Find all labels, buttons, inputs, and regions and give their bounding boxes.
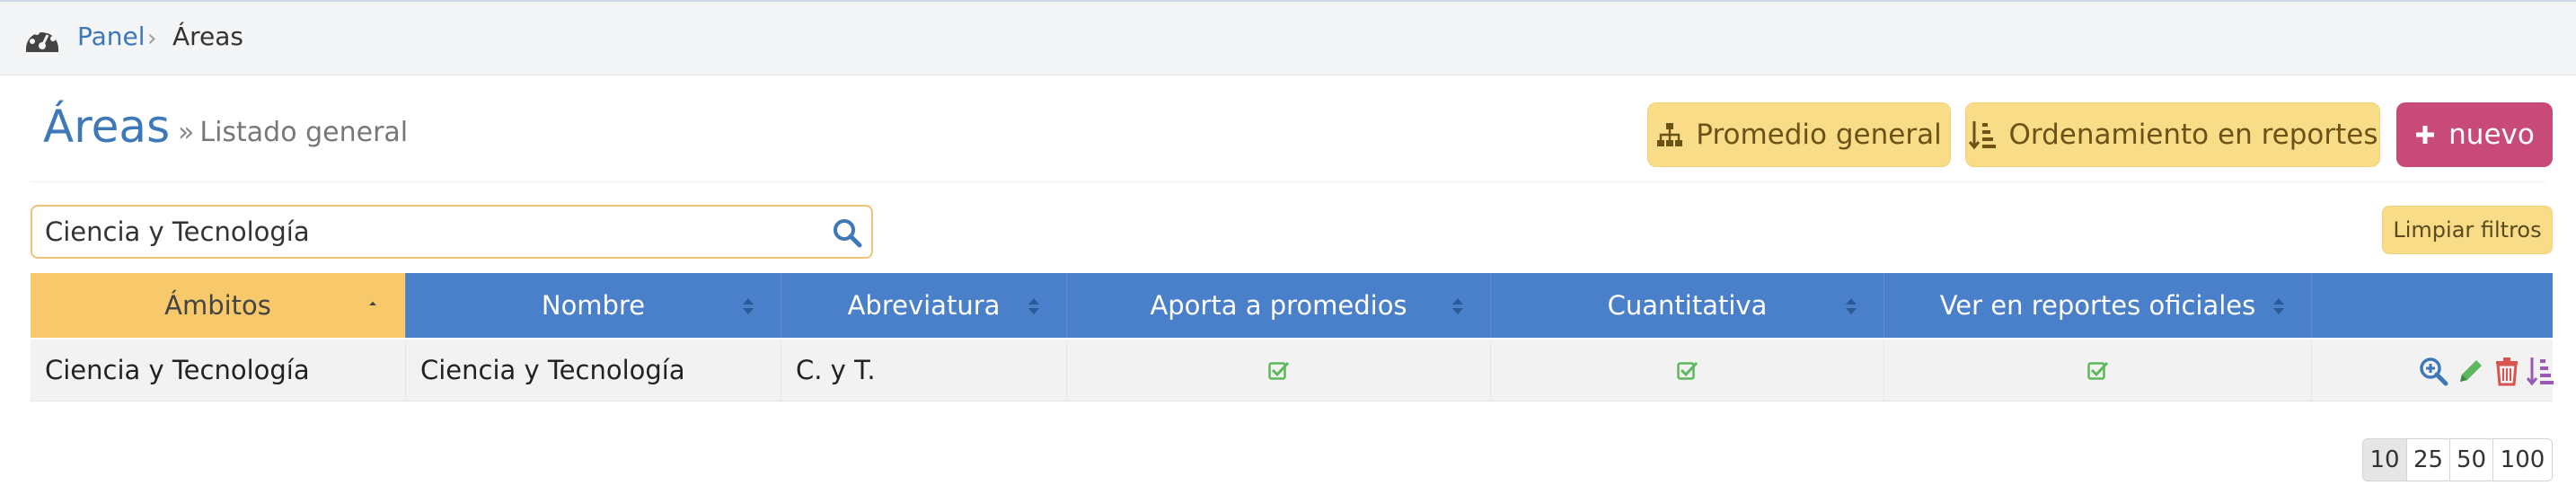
column-header-label: Aporta a promedios (1150, 290, 1407, 321)
zoom-in-icon[interactable] (2418, 356, 2448, 386)
page-title: Áreas (43, 101, 171, 153)
search-icon[interactable] (832, 217, 862, 248)
column-header-aporta[interactable]: Aporta a promedios (1067, 273, 1491, 338)
page-size-selector: 10 25 50 100 (2362, 438, 2553, 481)
subtitle-prefix: » (178, 117, 195, 148)
column-header-label: Cuantitativa (1607, 290, 1768, 321)
breadcrumb-panel-link[interactable]: Panel (77, 22, 146, 51)
ordering-label: Ordenamiento en reportes (2008, 119, 2378, 151)
pencil-icon[interactable] (2456, 356, 2486, 386)
average-button[interactable]: Promedio general (1647, 102, 1951, 167)
column-header-label: Abreviatura (847, 290, 1001, 321)
column-header-label: Ver en reportes oficiales (1939, 290, 2256, 321)
ordering-button[interactable]: Ordenamiento en reportes (1965, 102, 2380, 167)
sort-icon (1846, 298, 1857, 314)
search-input[interactable] (45, 216, 817, 248)
search-box (31, 205, 873, 259)
page-size-25[interactable]: 25 (2407, 438, 2450, 481)
column-header-cuantitativa[interactable]: Cuantitativa (1491, 273, 1884, 338)
page-subtitle: » Listado general (178, 117, 408, 148)
column-header-actions (2312, 273, 2553, 338)
sort-icon (2273, 298, 2284, 314)
column-header-label: Ámbitos (164, 290, 271, 321)
cell-ver-reportes (1884, 340, 2312, 401)
average-label: Promedio general (1696, 119, 1942, 151)
sort-icon (1452, 298, 1463, 314)
clear-filters-button[interactable]: Limpiar filtros (2382, 206, 2553, 254)
subtitle-text: Listado general (199, 117, 409, 148)
page-size-100[interactable]: 100 (2493, 438, 2553, 481)
trash-icon[interactable] (2492, 356, 2522, 386)
title-divider (31, 181, 2545, 182)
dashboard-icon[interactable] (23, 22, 61, 56)
column-header-ambitos[interactable]: Ámbitos (31, 273, 406, 338)
sitemap-icon (1656, 122, 1683, 147)
new-label: nuevo (2448, 119, 2535, 151)
column-header-nombre[interactable]: Nombre (406, 273, 781, 338)
cell-cuantitativa (1491, 340, 1884, 401)
column-header-ver-reportes[interactable]: Ver en reportes oficiales (1884, 273, 2312, 338)
sort-amount-icon[interactable] (2526, 356, 2556, 386)
column-header-abreviatura[interactable]: Abreviatura (781, 273, 1067, 338)
table-header: Ámbitos Nombre Abreviatura Aporta a prom… (31, 273, 2553, 338)
table-row: Ciencia y Tecnología Ciencia y Tecnologí… (31, 340, 2556, 402)
page-size-10[interactable]: 10 (2362, 438, 2407, 481)
cell-aporta (1067, 340, 1491, 401)
sort-amount-icon (1968, 119, 1997, 150)
breadcrumb-bar: Panel › Áreas (0, 0, 2576, 75)
cell-nombre: Ciencia y Tecnología (406, 340, 781, 401)
checked-box-icon (1267, 361, 1289, 380)
breadcrumb-separator: › (147, 25, 157, 52)
new-button[interactable]: nuevo (2396, 102, 2553, 167)
breadcrumb-current: Áreas (172, 22, 244, 51)
checked-box-icon (1676, 361, 1698, 380)
cell-ambito: Ciencia y Tecnología (31, 340, 406, 401)
cell-actions (2312, 340, 2556, 401)
page-size-50[interactable]: 50 (2450, 438, 2493, 481)
sort-icon (1028, 298, 1039, 314)
checked-box-icon (2086, 361, 2108, 380)
cell-abreviatura: C. y T. (781, 340, 1067, 401)
sort-asc-icon (369, 301, 376, 305)
sort-icon (743, 298, 754, 314)
column-header-label: Nombre (541, 290, 646, 321)
plus-icon (2414, 124, 2436, 146)
